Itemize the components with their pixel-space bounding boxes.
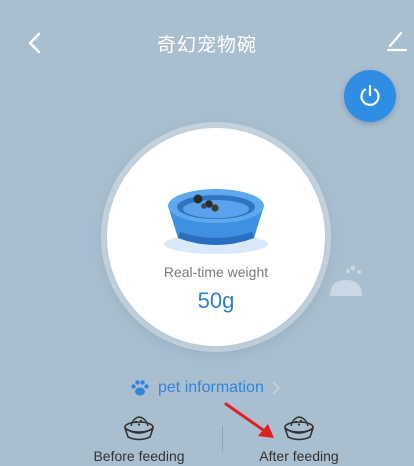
pet-information-link[interactable]: pet information <box>130 376 282 400</box>
after-feeding-label: After feeding <box>259 448 339 464</box>
before-feeding-button[interactable]: Before feeding <box>64 410 214 466</box>
power-button[interactable] <box>344 70 396 122</box>
chevron-right-icon <box>272 382 281 394</box>
red-arrow-icon <box>222 400 282 444</box>
paw-icon <box>131 380 149 396</box>
power-icon <box>360 84 380 106</box>
decorative-bowl-icon <box>326 262 366 304</box>
weight-value: 50g <box>197 288 235 313</box>
page-title: 奇幻宠物碗 <box>156 34 257 56</box>
header: 奇幻宠物碗 <box>0 0 414 84</box>
food-bowl-icon <box>124 416 154 441</box>
food-bowl-icon <box>284 416 314 441</box>
before-feeding-label: Before feeding <box>93 448 185 464</box>
app-screen: 奇幻宠物碗 Real-time weight 50g pet informati… <box>0 0 414 466</box>
weight-label: Real-time weight <box>163 264 269 280</box>
edit-button[interactable] <box>384 28 410 54</box>
pencil-icon <box>386 31 408 52</box>
pet-information-label: pet information <box>158 379 264 396</box>
pet-bowl-icon <box>156 168 276 258</box>
weight-display: Real-time weight 50g <box>107 128 325 346</box>
